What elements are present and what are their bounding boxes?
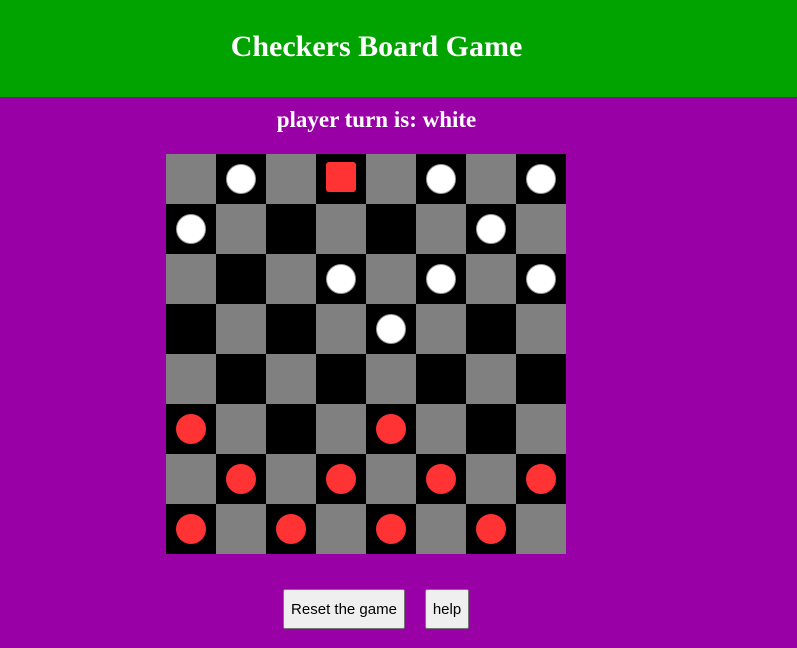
page-title: Checkers Board Game <box>230 30 523 63</box>
red-piece[interactable] <box>426 464 456 494</box>
red-piece[interactable] <box>526 464 556 494</box>
board-square[interactable] <box>416 504 466 554</box>
board-square[interactable] <box>516 304 566 354</box>
reset-game-button[interactable]: Reset the game <box>283 589 405 629</box>
board-square[interactable] <box>266 354 316 404</box>
white-piece[interactable] <box>426 164 456 194</box>
board-square[interactable] <box>366 254 416 304</box>
board-square[interactable] <box>166 154 216 204</box>
board-square[interactable] <box>316 154 366 204</box>
board-square[interactable] <box>216 454 266 504</box>
board-square[interactable] <box>366 204 416 254</box>
help-button[interactable]: help <box>425 589 469 629</box>
board-square[interactable] <box>416 454 466 504</box>
board-square[interactable] <box>166 304 216 354</box>
board-square[interactable] <box>266 304 316 354</box>
turn-indicator: player turn is: white <box>0 106 753 134</box>
red-piece[interactable] <box>226 464 256 494</box>
board-square[interactable] <box>366 454 416 504</box>
board-square[interactable] <box>366 354 416 404</box>
board-square[interactable] <box>516 254 566 304</box>
board-square[interactable] <box>216 404 266 454</box>
board-square[interactable] <box>166 404 216 454</box>
red-piece[interactable] <box>176 514 206 544</box>
board-square[interactable] <box>466 304 516 354</box>
red-piece[interactable] <box>176 414 206 444</box>
board-square[interactable] <box>316 354 366 404</box>
board-square[interactable] <box>466 504 516 554</box>
white-piece[interactable] <box>476 214 506 244</box>
red-king-piece[interactable] <box>326 162 356 192</box>
board-square[interactable] <box>316 404 366 454</box>
board-square[interactable] <box>216 154 266 204</box>
white-piece[interactable] <box>526 264 556 294</box>
board-square[interactable] <box>466 454 516 504</box>
board-square[interactable] <box>516 204 566 254</box>
board-square[interactable] <box>166 254 216 304</box>
white-piece[interactable] <box>526 164 556 194</box>
board-square[interactable] <box>466 354 516 404</box>
board-square[interactable] <box>166 454 216 504</box>
board-square[interactable] <box>166 354 216 404</box>
red-piece[interactable] <box>376 414 406 444</box>
board-square[interactable] <box>266 254 316 304</box>
board-square[interactable] <box>266 154 316 204</box>
checkers-board <box>166 154 566 554</box>
board-square[interactable] <box>266 504 316 554</box>
board-square[interactable] <box>516 454 566 504</box>
board-square[interactable] <box>316 504 366 554</box>
board-square[interactable] <box>366 404 416 454</box>
red-piece[interactable] <box>476 514 506 544</box>
board-square[interactable] <box>516 404 566 454</box>
board-square[interactable] <box>366 304 416 354</box>
board-square[interactable] <box>266 454 316 504</box>
red-piece[interactable] <box>326 464 356 494</box>
board-square[interactable] <box>216 254 266 304</box>
header-bar: Checkers Board Game <box>0 0 797 97</box>
board-square[interactable] <box>316 254 366 304</box>
board-square[interactable] <box>266 404 316 454</box>
white-piece[interactable] <box>226 164 256 194</box>
board-square[interactable] <box>316 454 366 504</box>
board-square[interactable] <box>216 304 266 354</box>
white-piece[interactable] <box>426 264 456 294</box>
board-square[interactable] <box>366 504 416 554</box>
board-square[interactable] <box>516 504 566 554</box>
board-square[interactable] <box>466 204 516 254</box>
board-square[interactable] <box>416 304 466 354</box>
white-piece[interactable] <box>376 314 406 344</box>
board-square[interactable] <box>516 354 566 404</box>
board-square[interactable] <box>466 404 516 454</box>
board-square[interactable] <box>416 404 466 454</box>
board-square[interactable] <box>416 354 466 404</box>
board-square[interactable] <box>466 154 516 204</box>
board-square[interactable] <box>316 204 366 254</box>
board-square[interactable] <box>516 154 566 204</box>
board-square[interactable] <box>266 204 316 254</box>
board-square[interactable] <box>216 204 266 254</box>
board-square[interactable] <box>216 504 266 554</box>
red-piece[interactable] <box>276 514 306 544</box>
board-square[interactable] <box>316 304 366 354</box>
turn-label: player turn is: <box>276 107 417 132</box>
board-square[interactable] <box>416 154 466 204</box>
white-piece[interactable] <box>326 264 356 294</box>
board-square[interactable] <box>466 254 516 304</box>
red-piece[interactable] <box>376 514 406 544</box>
turn-player: white <box>422 107 477 132</box>
board-square[interactable] <box>166 504 216 554</box>
board-square[interactable] <box>166 204 216 254</box>
board-square[interactable] <box>416 204 466 254</box>
board-square[interactable] <box>366 154 416 204</box>
board-square[interactable] <box>416 254 466 304</box>
board-square[interactable] <box>216 354 266 404</box>
white-piece[interactable] <box>176 214 206 244</box>
